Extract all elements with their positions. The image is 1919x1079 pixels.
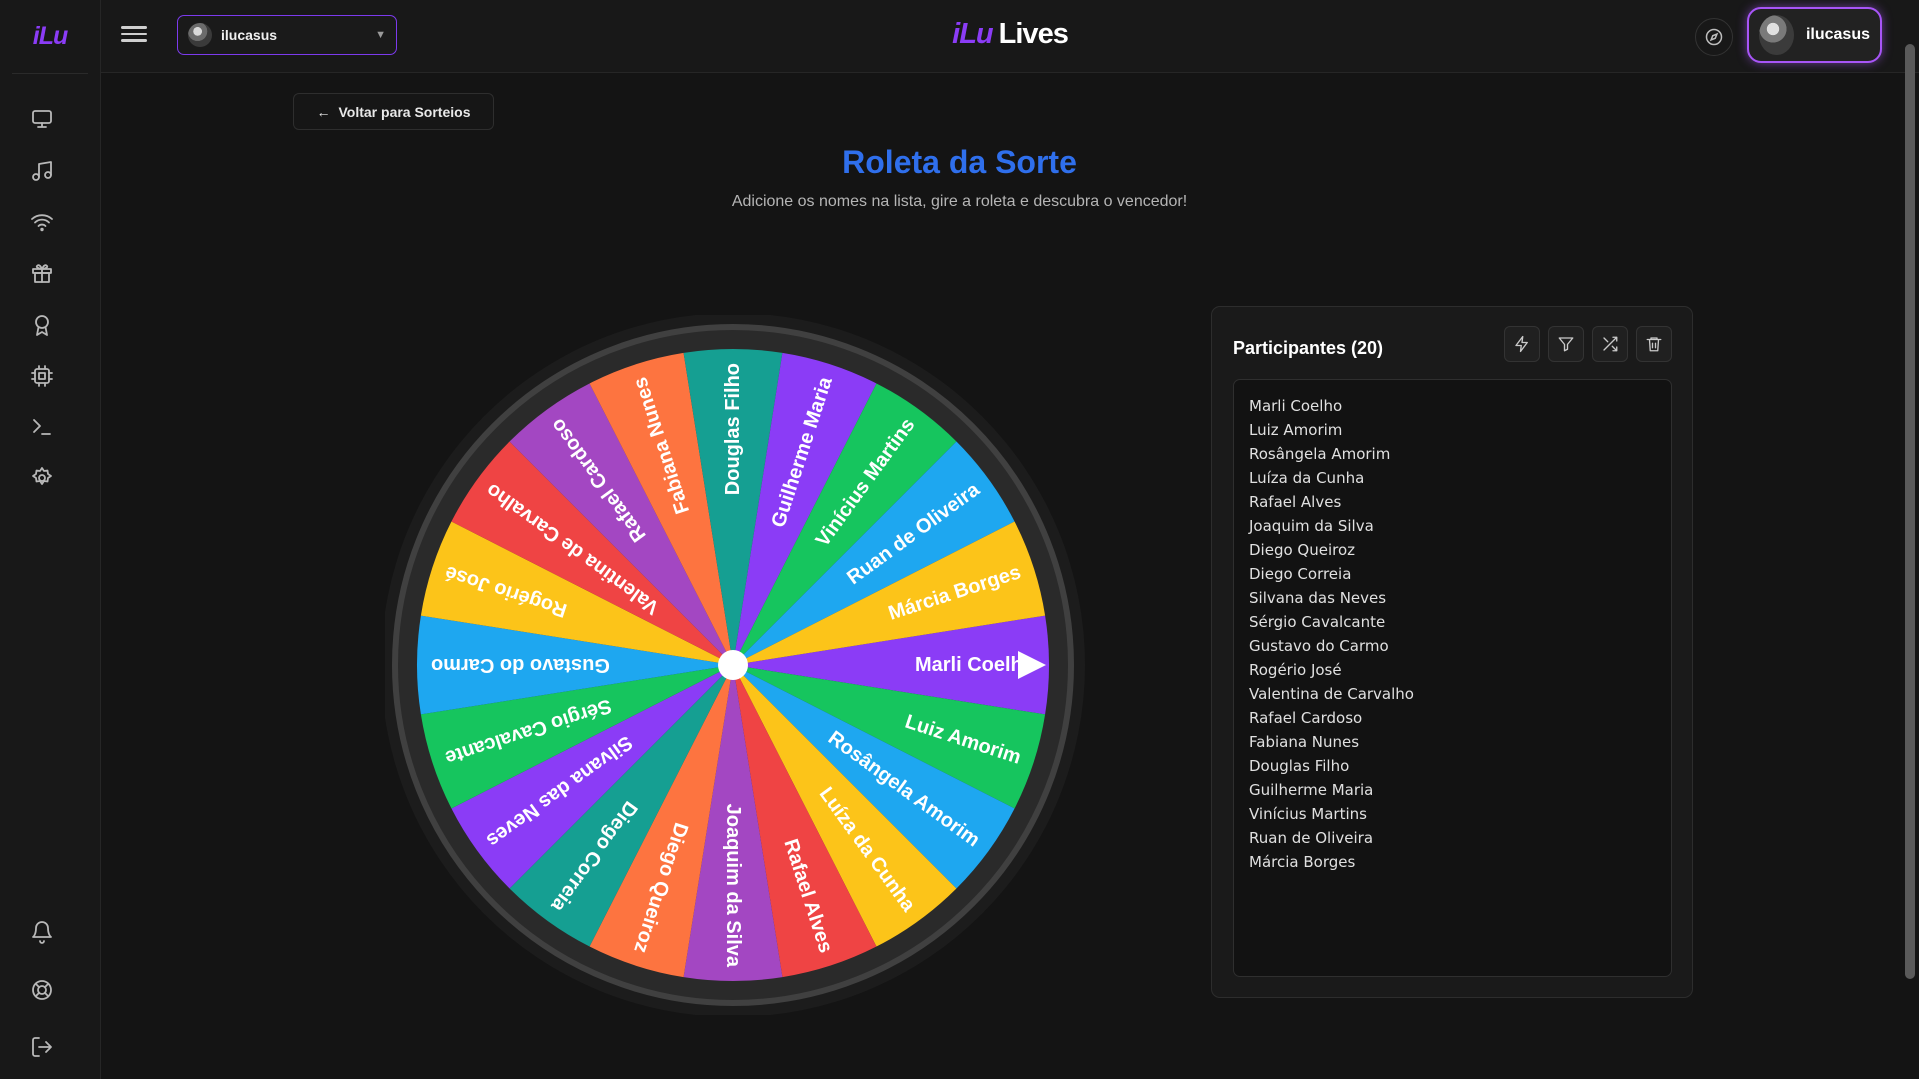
participant-name: Rosângela Amorim bbox=[1249, 445, 1391, 463]
logout-icon[interactable] bbox=[27, 1032, 57, 1062]
participant-name: Douglas Filho bbox=[1249, 757, 1350, 775]
participant-name: Márcia Borges bbox=[1249, 853, 1356, 871]
participants-title: Participantes (20) bbox=[1233, 338, 1384, 358]
channel-avatar bbox=[188, 23, 212, 47]
monitor-icon[interactable] bbox=[27, 104, 57, 134]
filter-icon[interactable] bbox=[1548, 326, 1584, 362]
participant-name: Valentina de Carvalho bbox=[1249, 685, 1414, 703]
shuffle-icon[interactable] bbox=[1592, 326, 1628, 362]
page-title: Roleta da Sorte bbox=[842, 144, 1077, 180]
wheel-segment-label: Marli Coelho bbox=[915, 654, 1035, 676]
participant-name: Sérgio Cavalcante bbox=[1249, 613, 1386, 631]
participant-name: Ruan de Oliveira bbox=[1249, 829, 1374, 847]
page-scrollbar[interactable] bbox=[1905, 44, 1915, 979]
participant-name: Fabiana Nunes bbox=[1249, 733, 1360, 751]
brand-prefix: iLu bbox=[952, 18, 993, 50]
brand-logo: iLu Lives bbox=[952, 18, 1069, 51]
participant-name: Silvana das Neves bbox=[1249, 589, 1387, 607]
arrow-left-icon: ← bbox=[316, 103, 331, 120]
participant-name: Diego Correia bbox=[1249, 565, 1352, 583]
trash-icon[interactable] bbox=[1636, 326, 1672, 362]
back-button-label: Voltar para Sorteios bbox=[338, 103, 471, 120]
chevron-down-icon: ▼ bbox=[375, 29, 386, 41]
participant-name: Marli Coelho bbox=[1249, 397, 1343, 415]
channel-name: ilucasus bbox=[221, 27, 278, 43]
zap-icon[interactable] bbox=[1504, 326, 1540, 362]
participant-name: Rafael Cardoso bbox=[1249, 709, 1363, 727]
avatar bbox=[1759, 15, 1794, 55]
brand-suffix: Lives bbox=[998, 18, 1069, 50]
compass-icon[interactable] bbox=[1695, 18, 1733, 56]
participant-name: Rafael Alves bbox=[1249, 493, 1342, 511]
participant-name: Luiz Amorim bbox=[1249, 421, 1343, 439]
logo-text: iLu bbox=[32, 22, 68, 50]
help-icon[interactable] bbox=[27, 975, 57, 1005]
award-icon[interactable] bbox=[27, 310, 57, 340]
participants-textarea[interactable]: Marli Coelho Luiz Amorim Rosângela Amorim L… bbox=[1233, 379, 1672, 977]
wifi-icon[interactable] bbox=[27, 207, 57, 237]
topbar: ilucasus ▼ iLu Lives ilucasus bbox=[101, 0, 1919, 73]
participant-name: Vinícius Martins bbox=[1249, 805, 1367, 823]
profile-button[interactable]: ilucasus bbox=[1747, 7, 1882, 63]
participant-name: Diego Queiroz bbox=[1249, 541, 1356, 559]
menu-icon[interactable] bbox=[121, 22, 147, 48]
wheel-svg[interactable]: Marli CoelhoLuiz AmorimRosângela AmorimL… bbox=[381, 313, 1085, 1017]
wheel-segment-label: Douglas Filho bbox=[722, 363, 744, 495]
username: ilucasus bbox=[1805, 26, 1870, 43]
terminal-icon[interactable] bbox=[27, 412, 57, 442]
wheel-segment-label: Gustavo do Carmo bbox=[431, 654, 610, 676]
page-subtitle: Adicione os nomes na lista, gire a rolet… bbox=[731, 193, 1188, 210]
participant-name: Joaquim da Silva bbox=[1249, 517, 1374, 535]
back-button[interactable]: ← Voltar para Sorteios bbox=[293, 93, 494, 130]
participant-name: Gustavo do Carmo bbox=[1249, 637, 1389, 655]
participant-name: Guilherme Maria bbox=[1249, 781, 1374, 799]
participant-name: Luíza da Cunha bbox=[1249, 469, 1365, 487]
gift-icon[interactable] bbox=[27, 258, 57, 288]
bell-icon[interactable] bbox=[27, 917, 57, 947]
cpu-icon[interactable] bbox=[27, 361, 57, 391]
settings-icon[interactable] bbox=[27, 463, 57, 493]
roulette-wheel[interactable]: Marli Coelho Luiz Amorim Rosângela Amorim L… bbox=[381, 313, 1085, 1017]
channel-select[interactable]: ilucasus ▼ bbox=[177, 15, 397, 55]
wheel-segment-label: Joaquim da Silva bbox=[722, 804, 744, 968]
participants-panel: Participantes (20) Marli Coelho Luiz Amor… bbox=[1211, 306, 1693, 998]
wheel-center[interactable] bbox=[718, 650, 748, 680]
participant-name: Rogério José bbox=[1249, 661, 1342, 679]
logo[interactable]: iLu bbox=[12, 0, 88, 74]
